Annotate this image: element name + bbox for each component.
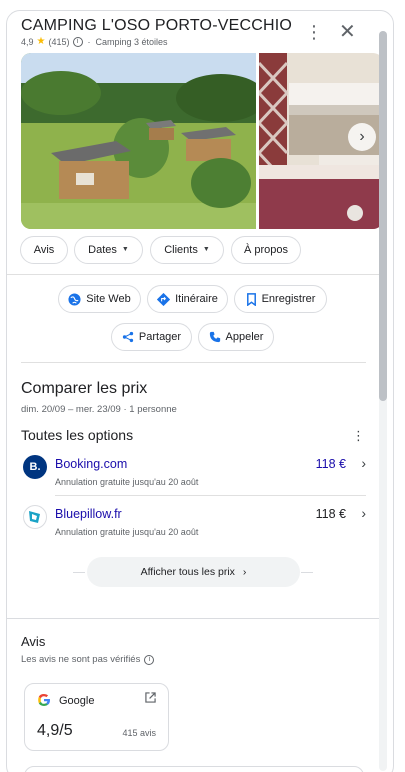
next-photo-button[interactable]: › (348, 123, 376, 151)
disclaimer-text: Les avis ne sont pas vérifiés (21, 654, 141, 665)
more-vert-icon[interactable]: ⋮ (305, 23, 323, 41)
divider (301, 572, 313, 573)
more-vert-icon[interactable]: ⋮ (352, 428, 365, 444)
close-icon[interactable]: ✕ (339, 22, 356, 42)
chevron-right-icon: › (361, 455, 366, 471)
globe-icon (68, 292, 81, 306)
directions-icon (157, 292, 171, 306)
place-panel: CAMPING L'OSO PORTO-VECCHIO 4,9 ★ (415) … (6, 10, 394, 772)
booking-logo-icon: B. (23, 455, 47, 479)
call-label: Appeler (225, 331, 264, 343)
show-all-label: Afficher tous les prix (140, 566, 235, 578)
info-icon[interactable]: i (144, 654, 155, 665)
reviews-title: Avis (21, 634, 46, 649)
rating-line: 4,9 ★ (415) i · Camping 3 étoiles (21, 36, 168, 47)
stay-details[interactable]: dim. 20/09 – mer. 23/09 · 1 personne (21, 404, 177, 415)
section-divider (7, 618, 379, 619)
place-category: Camping 3 étoiles (95, 36, 168, 47)
save-button[interactable]: Enregistrer (234, 285, 327, 313)
divider (21, 362, 366, 363)
chip-about[interactable]: À propos (231, 236, 301, 264)
bookmark-icon (246, 292, 256, 306)
provider-row-booking[interactable]: B. Booking.com Annulation gratuite jusqu… (21, 453, 366, 499)
provider-row-bluepillow[interactable]: Bluepillow.fr Annulation gratuite jusqu'… (21, 503, 366, 549)
provider-name: Bluepillow.fr (55, 507, 122, 521)
place-title: CAMPING L'OSO PORTO-VECCHIO (21, 17, 293, 34)
chip-clients[interactable]: Clients ▼ (150, 236, 224, 264)
rating-value: 4,9 (21, 36, 34, 47)
website-label: Site Web (86, 293, 131, 305)
share-label: Partager (138, 331, 182, 343)
info-icon[interactable]: i (72, 36, 83, 47)
provider-price: 118 € (315, 457, 346, 471)
scrollbar-thumb[interactable] (379, 31, 387, 401)
divider (55, 495, 366, 496)
review-source-name: Google (59, 695, 95, 707)
review-count[interactable]: (415) (48, 37, 69, 47)
google-logo-icon (37, 693, 51, 710)
cancellation-note: Annulation gratuite jusqu'au 20 août (55, 527, 199, 537)
reviews-disclaimer: Les avis ne sont pas vérifiés i (21, 654, 155, 665)
website-button[interactable]: Site Web (58, 285, 141, 313)
share-icon (122, 331, 134, 343)
review-card[interactable] (24, 766, 364, 772)
show-all-prices-button[interactable]: Afficher tous les prix › (87, 557, 300, 587)
chevron-right-icon: › (361, 505, 366, 521)
review-count: 415 avis (122, 728, 156, 738)
chevron-right-icon: › (359, 128, 365, 145)
directions-button[interactable]: Itinéraire (147, 285, 228, 313)
phone-icon (209, 331, 220, 343)
call-button[interactable]: Appeler (198, 323, 274, 351)
chip-dates[interactable]: Dates ▼ (74, 236, 143, 264)
divider (73, 572, 85, 573)
save-label: Enregistrer (261, 293, 316, 305)
star-icon: ★ (36, 36, 46, 47)
chip-label: À propos (243, 244, 289, 256)
chip-label: Dates (88, 244, 117, 256)
chip-label: Avis (33, 244, 55, 256)
open-external-icon[interactable] (145, 692, 156, 706)
all-options-title: Toutes les options (21, 427, 134, 443)
cancellation-note: Annulation gratuite jusqu'au 20 août (55, 477, 199, 487)
caret-down-icon: ▼ (202, 246, 210, 253)
provider-name: Booking.com (55, 457, 128, 471)
divider (7, 274, 379, 275)
scrollbar[interactable] (379, 31, 387, 771)
bluepillow-logo-icon (23, 505, 47, 529)
compare-prices-title: Comparer les prix (21, 380, 148, 397)
chip-label: Clients (164, 244, 198, 256)
guest-count: 1 personne (129, 404, 177, 415)
provider-price: 118 € (315, 507, 346, 521)
separator-dot: · (87, 36, 91, 47)
chip-avis[interactable]: Avis (20, 236, 68, 264)
chevron-right-icon: › (242, 566, 247, 578)
directions-label: Itinéraire (175, 293, 218, 305)
caret-down-icon: ▼ (121, 246, 129, 253)
google-review-card[interactable]: Google 4,9/5 415 avis (24, 683, 169, 751)
stay-dates: dim. 20/09 – mer. 23/09 (21, 404, 121, 415)
main-photo[interactable] (21, 53, 256, 229)
share-button[interactable]: Partager (111, 323, 192, 351)
review-score: 4,9/5 (37, 722, 73, 739)
